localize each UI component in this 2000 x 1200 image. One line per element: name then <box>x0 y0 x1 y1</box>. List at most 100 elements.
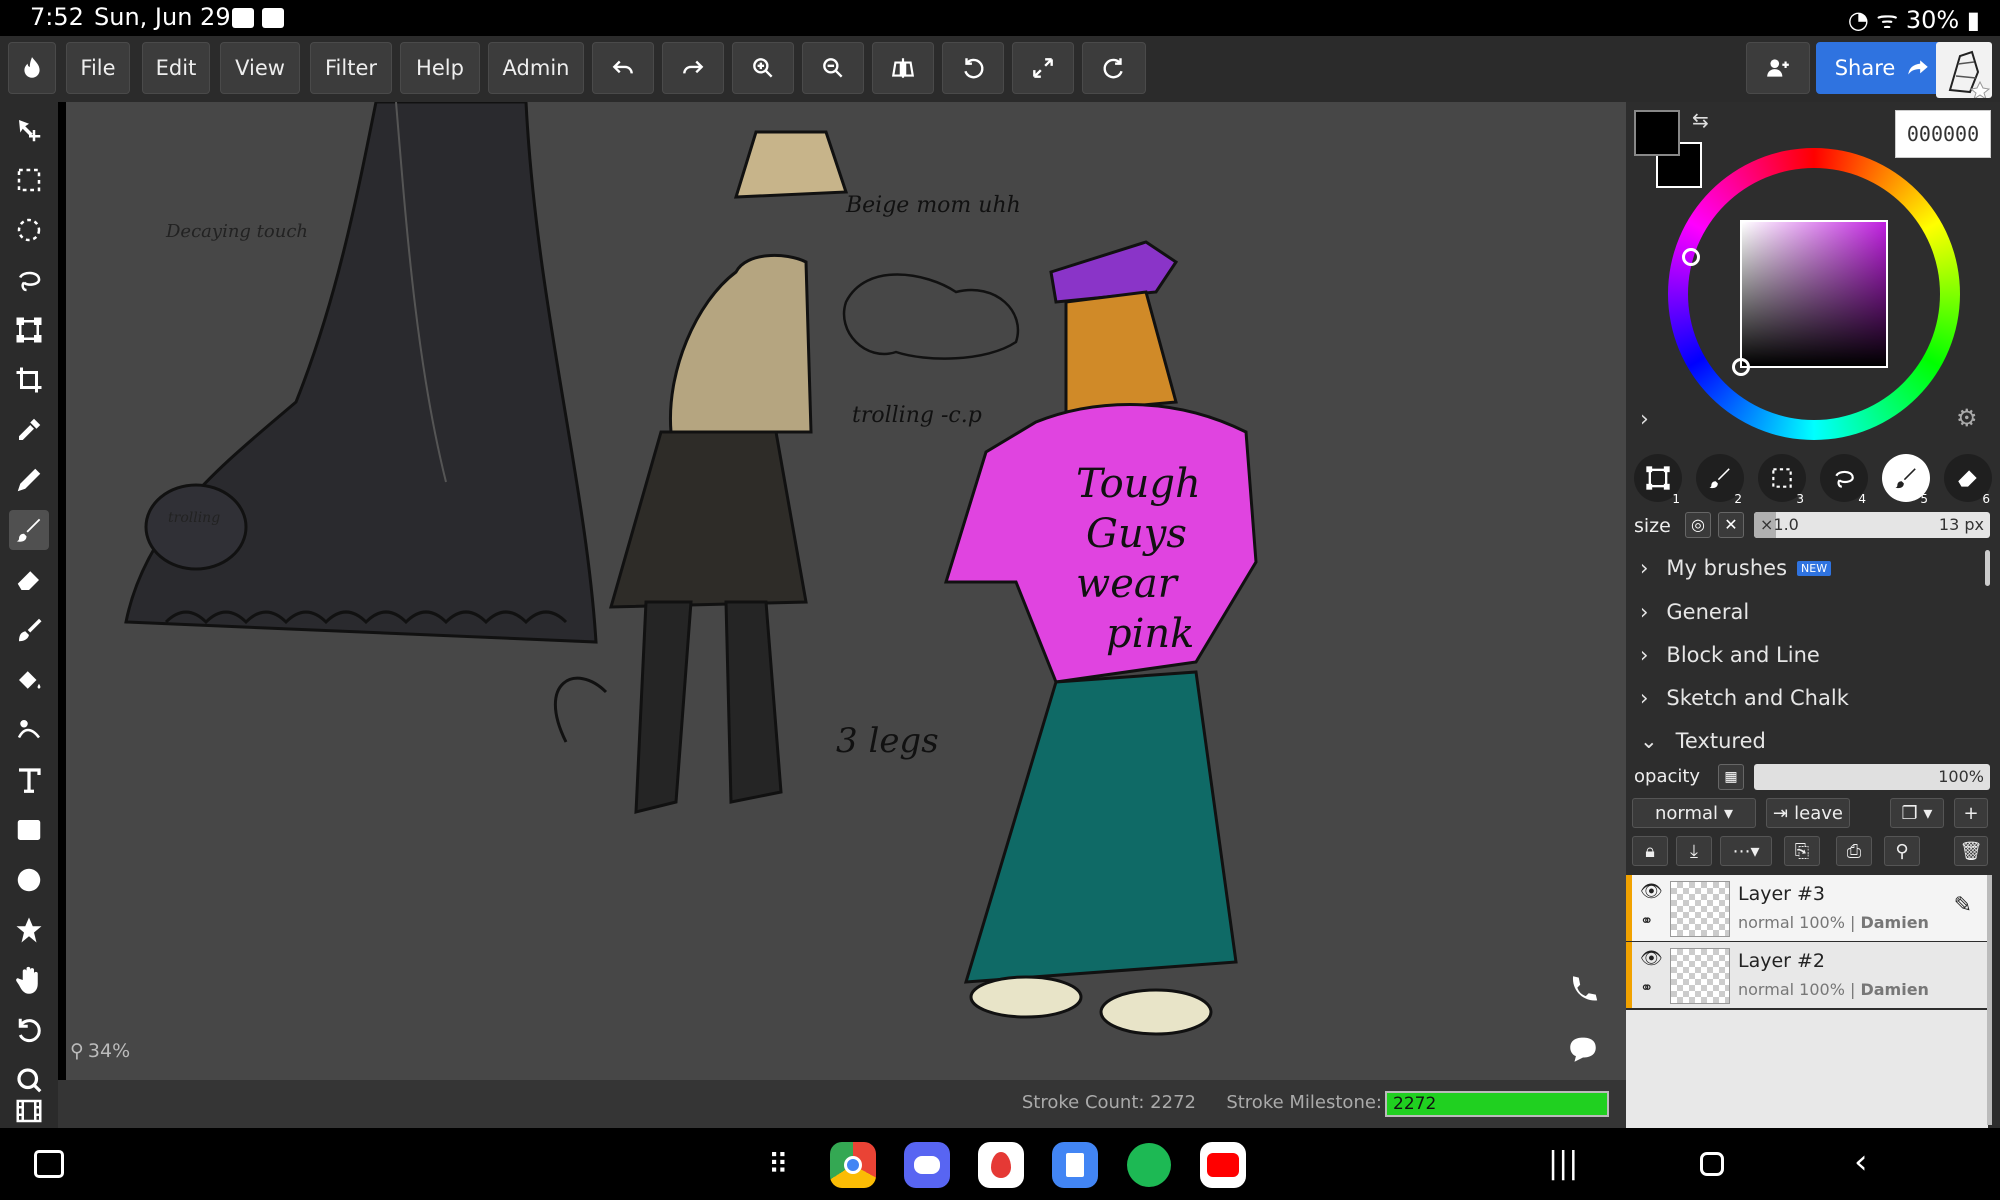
brush-list-scrollbar[interactable] <box>1985 550 1990 586</box>
ellipse-select-tool[interactable] <box>9 210 49 250</box>
brush-preset-4[interactable]: 4 <box>1820 454 1868 506</box>
pen-tool[interactable] <box>9 460 49 500</box>
app-drawer-icon[interactable]: ⠿ <box>768 1148 788 1181</box>
discord-app-icon[interactable] <box>904 1142 950 1188</box>
merge-down-button[interactable]: ⤓ <box>1676 836 1712 866</box>
brush-category-my-brushes[interactable]: › My brushes NEW <box>1640 556 1832 580</box>
shape-tool[interactable] <box>9 910 49 950</box>
file-menu[interactable]: File <box>66 42 130 94</box>
opacity-slider[interactable]: 100% <box>1754 764 1990 790</box>
size-slider[interactable]: ×1.0 13 px <box>1754 512 1990 538</box>
clip-icon[interactable]: ⚭ <box>1640 978 1653 997</box>
size-reset[interactable]: ✕ <box>1718 512 1744 538</box>
brush-tool[interactable] <box>9 510 49 550</box>
settings-gear-icon[interactable]: ⚙ <box>1956 404 1978 432</box>
rotate-left-button[interactable] <box>942 42 1004 94</box>
brush-preset-2[interactable]: 2 <box>1696 454 1744 506</box>
zoom-out-button[interactable] <box>802 42 864 94</box>
brush-category-sketch-and-chalk[interactable]: › Sketch and Chalk <box>1640 686 1849 710</box>
saturation-value-square[interactable] <box>1740 220 1888 368</box>
rotate-right-button[interactable] <box>1082 42 1146 94</box>
delete-layer-button[interactable]: 🗑︎ <box>1954 836 1988 866</box>
duplicate-layer-button[interactable]: ❐ ▾ <box>1890 798 1944 828</box>
note-beige-mom: Beige mom uhh <box>845 193 1021 218</box>
gradient-tool[interactable] <box>9 710 49 750</box>
hand-tool[interactable] <box>9 960 49 1000</box>
brush-category-textured[interactable]: ⌄ Textured <box>1640 729 1766 753</box>
avatar[interactable] <box>1936 42 1992 98</box>
edit-pencil-icon[interactable]: ✎ <box>1954 893 1972 918</box>
chrome-app-icon[interactable] <box>830 1142 876 1188</box>
flip-button[interactable] <box>872 42 934 94</box>
clip-icon[interactable]: ⚭ <box>1640 911 1653 930</box>
eraser-tool[interactable] <box>9 560 49 600</box>
rect-select-tool[interactable] <box>9 160 49 200</box>
app-logo-button[interactable] <box>8 42 56 94</box>
back-button-icon[interactable]: ‹ <box>1854 1142 1868 1182</box>
zoom-tool[interactable] <box>9 1060 49 1100</box>
youtube-app-icon[interactable] <box>1200 1142 1246 1188</box>
spotify-app-icon[interactable] <box>1126 1142 1172 1188</box>
admin-menu[interactable]: Admin <box>488 42 584 94</box>
expand-panel-icon[interactable]: › <box>1640 407 1649 432</box>
find-layer-button[interactable]: ⚲ <box>1884 836 1920 866</box>
pressure-toggle[interactable]: ◎ <box>1685 512 1711 538</box>
color-wheel[interactable] <box>1668 148 1960 440</box>
redo-button[interactable] <box>662 42 724 94</box>
more-options-button[interactable]: ⋯▾ <box>1720 836 1772 866</box>
import-button[interactable]: ⎘ <box>1784 836 1820 866</box>
timelapse-tool[interactable] <box>9 1096 49 1126</box>
chat-button[interactable] <box>1566 1032 1600 1066</box>
export-button[interactable]: ⎙ <box>1836 836 1872 866</box>
add-layer-button[interactable]: + <box>1954 798 1988 828</box>
fill-tool[interactable] <box>9 660 49 700</box>
share-button[interactable]: Share <box>1816 42 1950 94</box>
brush-preset-5[interactable]: 5 <box>1882 454 1930 506</box>
help-menu[interactable]: Help <box>400 42 480 94</box>
eye-icon[interactable]: 👁︎ <box>1640 881 1663 902</box>
rectangle-tool[interactable] <box>9 810 49 850</box>
leave-button[interactable]: ⇥ leave <box>1766 798 1850 828</box>
undo-button[interactable] <box>592 42 654 94</box>
primary-color-swatch[interactable] <box>1634 110 1680 156</box>
move-tool[interactable] <box>9 110 49 150</box>
drawing-canvas[interactable]: Decaying touch trolling Beige mom uhh tr… <box>66 102 1626 1080</box>
lock-layer-button[interactable]: 🔒︎ <box>1632 836 1668 866</box>
eye-icon[interactable]: 👁︎ <box>1640 948 1663 969</box>
swap-colors-icon[interactable]: ⇆ <box>1692 108 1709 132</box>
blend-mode-select[interactable]: normal ▾ <box>1632 798 1756 828</box>
layer-row[interactable]: 👁︎ ⚭ Layer #2 normal 100% | Damien <box>1626 942 1988 1008</box>
recent-screen-icon[interactable] <box>34 1150 64 1178</box>
ellipse-tool[interactable] <box>9 860 49 900</box>
text-tool[interactable] <box>9 760 49 800</box>
opacity-lock-toggle[interactable]: ▦ <box>1718 764 1744 790</box>
zoom-in-button[interactable] <box>732 42 794 94</box>
layer-row[interactable]: 👁︎ ⚭ Layer #3 normal 100% | Damien ✎ <box>1626 875 1988 941</box>
brush-preset-1[interactable]: 1 <box>1634 454 1682 506</box>
rotate-view-tool[interactable] <box>9 1010 49 1050</box>
home-button-icon[interactable] <box>1700 1152 1724 1176</box>
ibispaint-app-icon[interactable] <box>978 1142 1024 1188</box>
filter-menu[interactable]: Filter <box>310 42 392 94</box>
fullscreen-button[interactable] <box>1012 42 1074 94</box>
add-user-button[interactable] <box>1746 42 1810 94</box>
crop-tool[interactable] <box>9 360 49 400</box>
color-handle[interactable] <box>1732 358 1750 376</box>
docs-app-icon[interactable] <box>1052 1142 1098 1188</box>
brush-category-block-and-line[interactable]: › Block and Line <box>1640 643 1820 667</box>
zoom-indicator[interactable]: ⚲ 34% <box>70 1040 130 1062</box>
brush-preset-3[interactable]: 3 <box>1758 454 1806 506</box>
hue-handle[interactable] <box>1682 248 1700 266</box>
layers-scrollbar[interactable] <box>1987 875 1992 1125</box>
call-button[interactable] <box>1566 972 1600 1006</box>
view-menu[interactable]: View <box>220 42 300 94</box>
brush-preset-6[interactable]: 6 <box>1944 454 1992 506</box>
transform-tool[interactable] <box>9 310 49 350</box>
smudge-tool[interactable] <box>9 610 49 650</box>
recents-button-icon[interactable]: ||| <box>1548 1146 1578 1181</box>
hex-color-input[interactable]: 000000 <box>1895 110 1991 158</box>
edit-menu[interactable]: Edit <box>142 42 210 94</box>
lasso-tool[interactable] <box>9 260 49 300</box>
brush-category-general[interactable]: › General <box>1640 600 1749 624</box>
eyedropper-tool[interactable] <box>9 410 49 450</box>
